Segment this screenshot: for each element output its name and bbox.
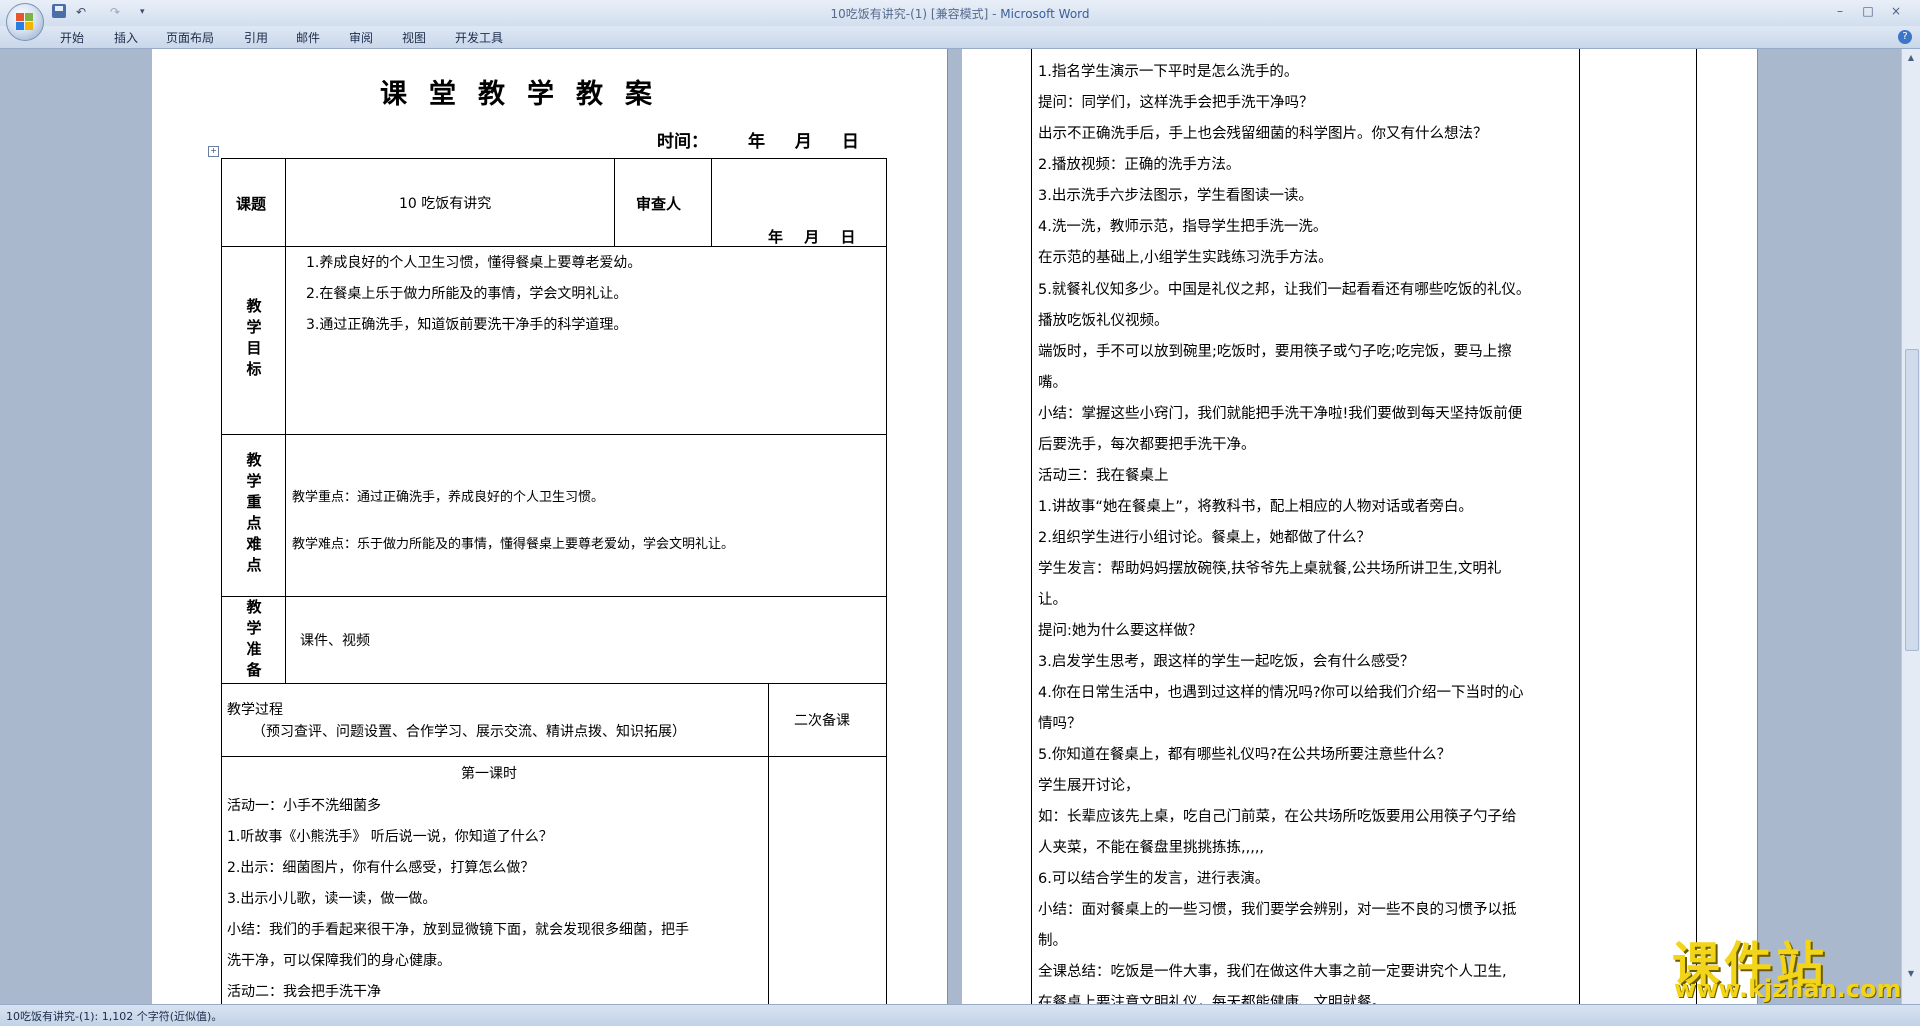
process-subtitle: （预习查评、问题设置、合作学习、展示交流、精讲点拨、知识拓展）: [252, 724, 686, 740]
body-line[interactable]: 活动二：我会把手洗干净: [227, 981, 381, 1001]
p2-line[interactable]: 学生发言：帮助妈妈摆放碗筷,扶爷爷先上桌就餐,公共场所讲卫生,文明礼: [1038, 557, 1501, 578]
body-line[interactable]: 1.听故事《小熊洗手》 听后说一说，你知道了什么？: [227, 826, 553, 846]
maximize-button[interactable]: □: [1856, 2, 1880, 20]
reviewer-label: 审查人: [636, 195, 682, 213]
office-logo-icon: [16, 13, 34, 31]
tab-references[interactable]: 引用: [244, 29, 268, 46]
document-title: 课堂教学教案: [380, 79, 674, 110]
p2-line[interactable]: 播放吃饭礼仪视频。: [1038, 309, 1169, 330]
focus-label: 教学重点难点: [246, 451, 262, 574]
p2-line[interactable]: 全课总结：吃饭是一件大事，我们在做这件大事之前一定要讲究个人卫生,: [1038, 960, 1507, 981]
p2-line[interactable]: 4.洗一洗，教师示范，指导学生把手洗一洗。: [1038, 215, 1327, 236]
tab-view[interactable]: 视图: [402, 29, 426, 46]
p2-line[interactable]: 学生展开讨论，: [1038, 774, 1140, 795]
p2-line[interactable]: 2.播放视频：正确的洗手方法。: [1038, 153, 1240, 174]
p2-line[interactable]: 小结：掌握这些小窍门，我们就能把手洗干净啦!我们要做到每天坚持饭前便: [1038, 402, 1522, 423]
body-line[interactable]: 活动一：小手不洗细菌多: [227, 795, 381, 815]
p2-line[interactable]: 人夹菜，不能在餐盘里挑挑拣拣,,,,,: [1038, 836, 1264, 857]
goal-item[interactable]: 2.在餐桌上乐于做力所能及的事情，学会文明礼让。: [306, 283, 627, 303]
p2-line[interactable]: 后要洗手，每次都要把手洗干净。: [1038, 433, 1256, 454]
p2-line[interactable]: 2.组织学生进行小组讨论。餐桌上，她都做了什么？: [1038, 526, 1371, 547]
lesson-period: 第一课时: [461, 766, 517, 782]
p2-line[interactable]: 嘴。: [1038, 371, 1067, 392]
tab-home[interactable]: 开始: [60, 29, 84, 46]
p2-line[interactable]: 提问:她为什么要这样做？: [1038, 619, 1202, 640]
prep-label: 教学准备: [246, 598, 262, 679]
app-name: Microsoft Word: [1000, 7, 1090, 21]
p2-line[interactable]: 制。: [1038, 929, 1067, 950]
office-button[interactable]: [6, 3, 44, 41]
p2-line[interactable]: 活动三：我在餐桌上: [1038, 464, 1169, 485]
goals-label: 教学目标: [246, 297, 262, 378]
tab-insert[interactable]: 插入: [114, 29, 138, 46]
p2-line[interactable]: 如：长辈应该先上桌，吃自己门前菜，在公共场所吃饭要用公用筷子勺子给: [1038, 805, 1517, 826]
scroll-up-icon[interactable]: ▲: [1905, 53, 1917, 63]
body-line[interactable]: 2.出示：细菌图片，你有什么感受，打算怎么做？: [227, 857, 534, 877]
title-bar: ↶ ↷ ▾ 10吃饭有讲究-(1) [兼容模式] - Microsoft Wor…: [0, 0, 1920, 41]
scroll-down-icon[interactable]: ▼: [1905, 969, 1917, 979]
p2-line[interactable]: 小结：面对餐桌上的一些习惯，我们要学会辨别，对一些不良的习惯予以抵: [1038, 898, 1517, 919]
prep-content[interactable]: 课件、视频: [300, 630, 370, 650]
goal-item[interactable]: 3.通过正确洗手，知道饭前要洗干净手的科学道理。: [306, 314, 627, 334]
p2-line[interactable]: 出示不正确洗手后，手上也会残留细菌的科学图片。你又有什么想法？: [1038, 122, 1488, 143]
document-name: 10吃饭有讲究-(1) [兼容模式] -: [830, 7, 1001, 21]
tab-mailings[interactable]: 邮件: [296, 29, 320, 46]
p2-line[interactable]: 5.你知道在餐桌上，都有哪些礼仪吗?在公共场所要注意些什么？: [1038, 743, 1451, 764]
review-date[interactable]: 年 月 日: [768, 226, 863, 247]
focus-key[interactable]: 教学重点：通过正确洗手，养成良好的个人卫生习惯。: [292, 486, 604, 505]
p2-line[interactable]: 3.启发学生思考，跟这样的学生一起吃饭，会有什么感受？: [1038, 650, 1414, 671]
p2-line[interactable]: 提问：同学们，这样洗手会把手洗干净吗？: [1038, 91, 1314, 112]
p2-line[interactable]: 在示范的基础上,小组学生实践练习洗手方法。: [1038, 246, 1333, 267]
body-line[interactable]: 小结：我们的手看起来很干净，放到显微镜下面，就会发现很多细菌，把手: [227, 919, 689, 939]
focus-difficulty[interactable]: 教学难点：乐于做力所能及的事情，懂得餐桌上要尊老爱幼，学会文明礼让。: [292, 533, 734, 552]
tab-page-layout[interactable]: 页面布局: [166, 29, 214, 46]
process-label: 教学过程: [227, 702, 283, 718]
p2-line[interactable]: 1.讲故事“她在餐桌上”，将教科书，配上相应的人物对话或者旁白。: [1038, 495, 1473, 516]
lesson-name[interactable]: 10 吃饭有讲究: [399, 193, 491, 213]
p2-line[interactable]: 端饭时，手不可以放到碗里;吃饭时，要用筷子或勺子吃;吃完饭，要马上擦: [1038, 340, 1512, 361]
p2-line[interactable]: 在餐桌上要注意文明礼仪，每天都能健康、文明就餐。: [1038, 991, 1386, 1004]
second-prep-label: 二次备课: [794, 713, 850, 729]
close-button[interactable]: ×: [1884, 2, 1908, 20]
minimize-button[interactable]: –: [1828, 2, 1852, 20]
status-bar: 10吃饭有讲究-(1): 1,102 个字符(近似值)。: [0, 1004, 1920, 1026]
p2-line[interactable]: 让。: [1038, 588, 1067, 609]
p2-line[interactable]: 4.你在日常生活中，也遇到过这样的情况吗?你可以给我们介绍一下当时的心: [1038, 681, 1524, 702]
ribbon-tabs: 开始 插入 页面布局 引用 邮件 审阅 视图 开发工具 ?: [0, 26, 1920, 49]
vertical-scrollbar[interactable]: ▲ ▼: [1901, 49, 1920, 1004]
p2-line[interactable]: 1.指名学生演示一下平时是怎么洗手的。: [1038, 60, 1298, 81]
scroll-thumb[interactable]: [1905, 349, 1919, 651]
p2-line[interactable]: 3.出示洗手六步法图示，学生看图读一读。: [1038, 184, 1313, 205]
tab-review[interactable]: 审阅: [349, 29, 373, 46]
time-value: 年 月 日: [748, 132, 871, 152]
watermark-url: www.kjzhan.com: [1674, 975, 1902, 1003]
time-label: 时间：: [657, 132, 708, 152]
goal-item[interactable]: 1.养成良好的个人卫生习惯，懂得餐桌上要尊老爱幼。: [306, 252, 641, 272]
p2-line[interactable]: 6.可以结合学生的发言，进行表演。: [1038, 867, 1269, 888]
p2-line[interactable]: 情吗？: [1038, 712, 1082, 733]
status-text[interactable]: 10吃饭有讲究-(1): 1,102 个字符(近似值)。: [6, 1008, 222, 1024]
body-line[interactable]: 3.出示小儿歌，读一读，做一做。: [227, 888, 436, 908]
table-move-handle-icon[interactable]: +: [208, 146, 219, 157]
subject-label: 课题: [236, 195, 267, 213]
time-line: 时间： 年 月 日: [657, 127, 871, 152]
p2-line[interactable]: 5.就餐礼仪知多少。中国是礼仪之邦，让我们一起看看还有哪些吃饭的礼仪。: [1038, 278, 1530, 299]
tab-developer[interactable]: 开发工具: [455, 29, 503, 46]
body-line[interactable]: 洗干净，可以保障我们的身心健康。: [227, 950, 451, 970]
help-icon[interactable]: ?: [1898, 30, 1912, 44]
window-title: 10吃饭有讲究-(1) [兼容模式] - Microsoft Word: [0, 5, 1920, 22]
